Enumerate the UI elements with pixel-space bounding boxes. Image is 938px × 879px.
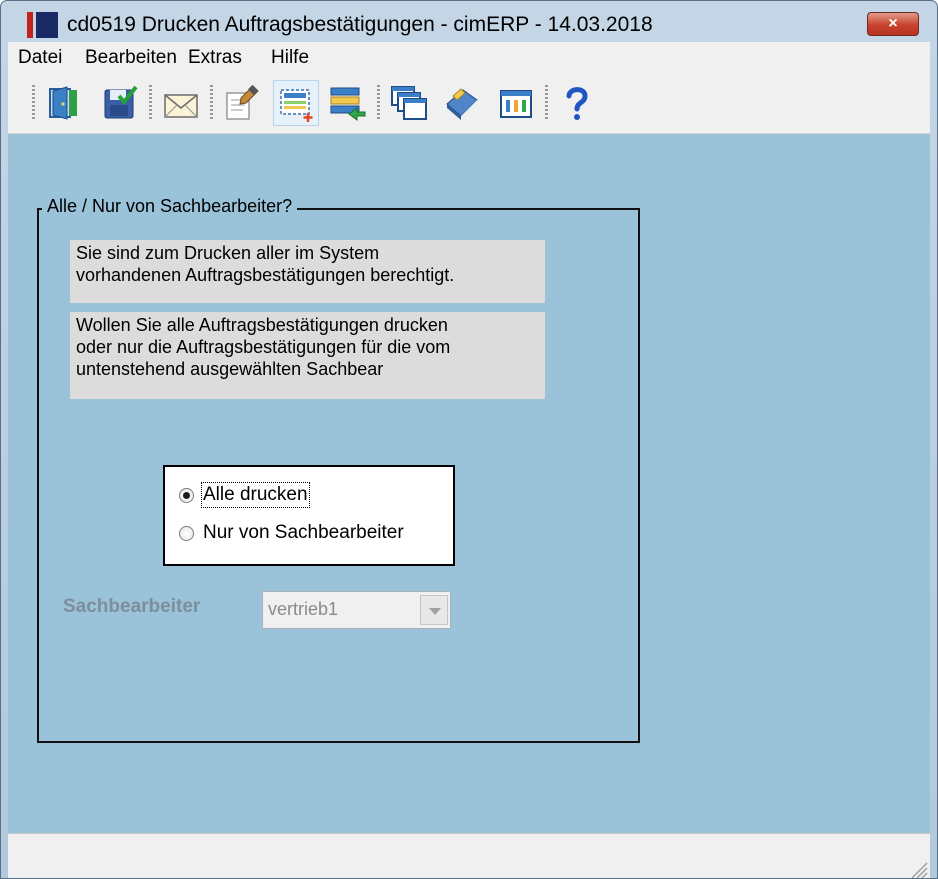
toolbar-separator	[377, 85, 380, 121]
radio-all-print-label[interactable]: Alle drucken	[201, 482, 310, 508]
help-question-icon	[566, 87, 588, 120]
menu-datei[interactable]: Datei	[18, 47, 62, 69]
app-logo-icon	[27, 12, 59, 38]
group-legend: Alle / Nur von Sachbearbeiter?	[42, 196, 298, 217]
close-button[interactable]: ×	[867, 12, 919, 36]
option-all[interactable]: Alle drucken	[179, 482, 310, 508]
list-transfer-icon	[330, 87, 366, 121]
permission-message-line: vorhandenen Auftragsbestätigungen berech…	[76, 265, 455, 285]
status-bar	[8, 833, 930, 879]
toolbar-separator	[545, 85, 548, 121]
edit-document-icon	[226, 85, 259, 120]
exit-door-icon	[49, 86, 77, 120]
sachbearbeiter-select[interactable]: vertrieb1	[262, 591, 451, 629]
close-icon: ×	[888, 15, 898, 32]
permission-message-line: Sie sind zum Drucken aller im System	[76, 243, 380, 263]
sachbearbeiter-select-value: vertrieb1	[268, 599, 339, 619]
menu-bearbeiten[interactable]: Bearbeiten	[85, 47, 177, 69]
menu-extras[interactable]: Extras	[188, 47, 242, 69]
option-clerk[interactable]: Nur von Sachbearbeiter	[179, 522, 404, 544]
print-option-group: Alle drucken Nur von Sachbearbeiter	[163, 465, 455, 566]
edit-button[interactable]	[219, 80, 265, 126]
question-message: Wollen Sie alle Auftragsbestätigungen dr…	[70, 312, 545, 399]
toolbar-separator	[210, 85, 213, 121]
new-record-icon	[280, 89, 313, 122]
resize-grip-icon[interactable]	[906, 857, 928, 879]
exit-button[interactable]	[41, 80, 87, 126]
email-envelope-icon	[164, 94, 198, 118]
client-area: Datei Bearbeiten Extras Hilfe Alle / Nur…	[8, 42, 930, 879]
permission-message: Sie sind zum Drucken aller im System vor…	[70, 240, 545, 303]
toolbar-separator	[32, 85, 35, 121]
question-message-line: Wollen Sie alle Auftragsbestätigungen dr…	[76, 315, 448, 335]
chevron-down-icon[interactable]	[420, 595, 448, 625]
list-transfer-button[interactable]	[325, 80, 371, 126]
menu-bar: Datei Bearbeiten Extras Hilfe	[8, 42, 930, 74]
email-button[interactable]	[158, 80, 204, 126]
radio-clerk-only[interactable]	[179, 525, 194, 541]
question-message-line: untenstehend ausgewählten Sachbear	[76, 359, 384, 379]
sachbearbeiter-label: Sachbearbeiter	[63, 596, 201, 617]
copy-windows-icon	[391, 86, 427, 120]
toolbar-separator	[149, 85, 152, 121]
application-window: cd0519 Drucken Auftragsbestätigungen - c…	[0, 0, 938, 879]
windows-button[interactable]	[386, 80, 432, 126]
radio-all-print[interactable]	[179, 487, 194, 503]
window-title: cd0519 Drucken Auftragsbestätigungen - c…	[67, 13, 653, 36]
title-bar[interactable]: cd0519 Drucken Auftragsbestätigungen - c…	[1, 1, 937, 41]
save-check-icon	[104, 85, 138, 119]
save-button[interactable]	[97, 80, 143, 126]
question-message-line: oder nur die Auftragsbestätigungen für d…	[76, 337, 451, 357]
help-button[interactable]	[554, 80, 600, 126]
grid-button[interactable]	[493, 80, 539, 126]
menu-hilfe[interactable]: Hilfe	[271, 47, 309, 69]
toolbar	[8, 74, 930, 134]
grid-table-icon	[500, 90, 532, 118]
radio-clerk-only-label[interactable]: Nur von Sachbearbeiter	[203, 522, 404, 544]
new-record-button[interactable]	[273, 80, 319, 126]
book-icon	[446, 88, 478, 120]
book-button[interactable]	[439, 80, 485, 126]
